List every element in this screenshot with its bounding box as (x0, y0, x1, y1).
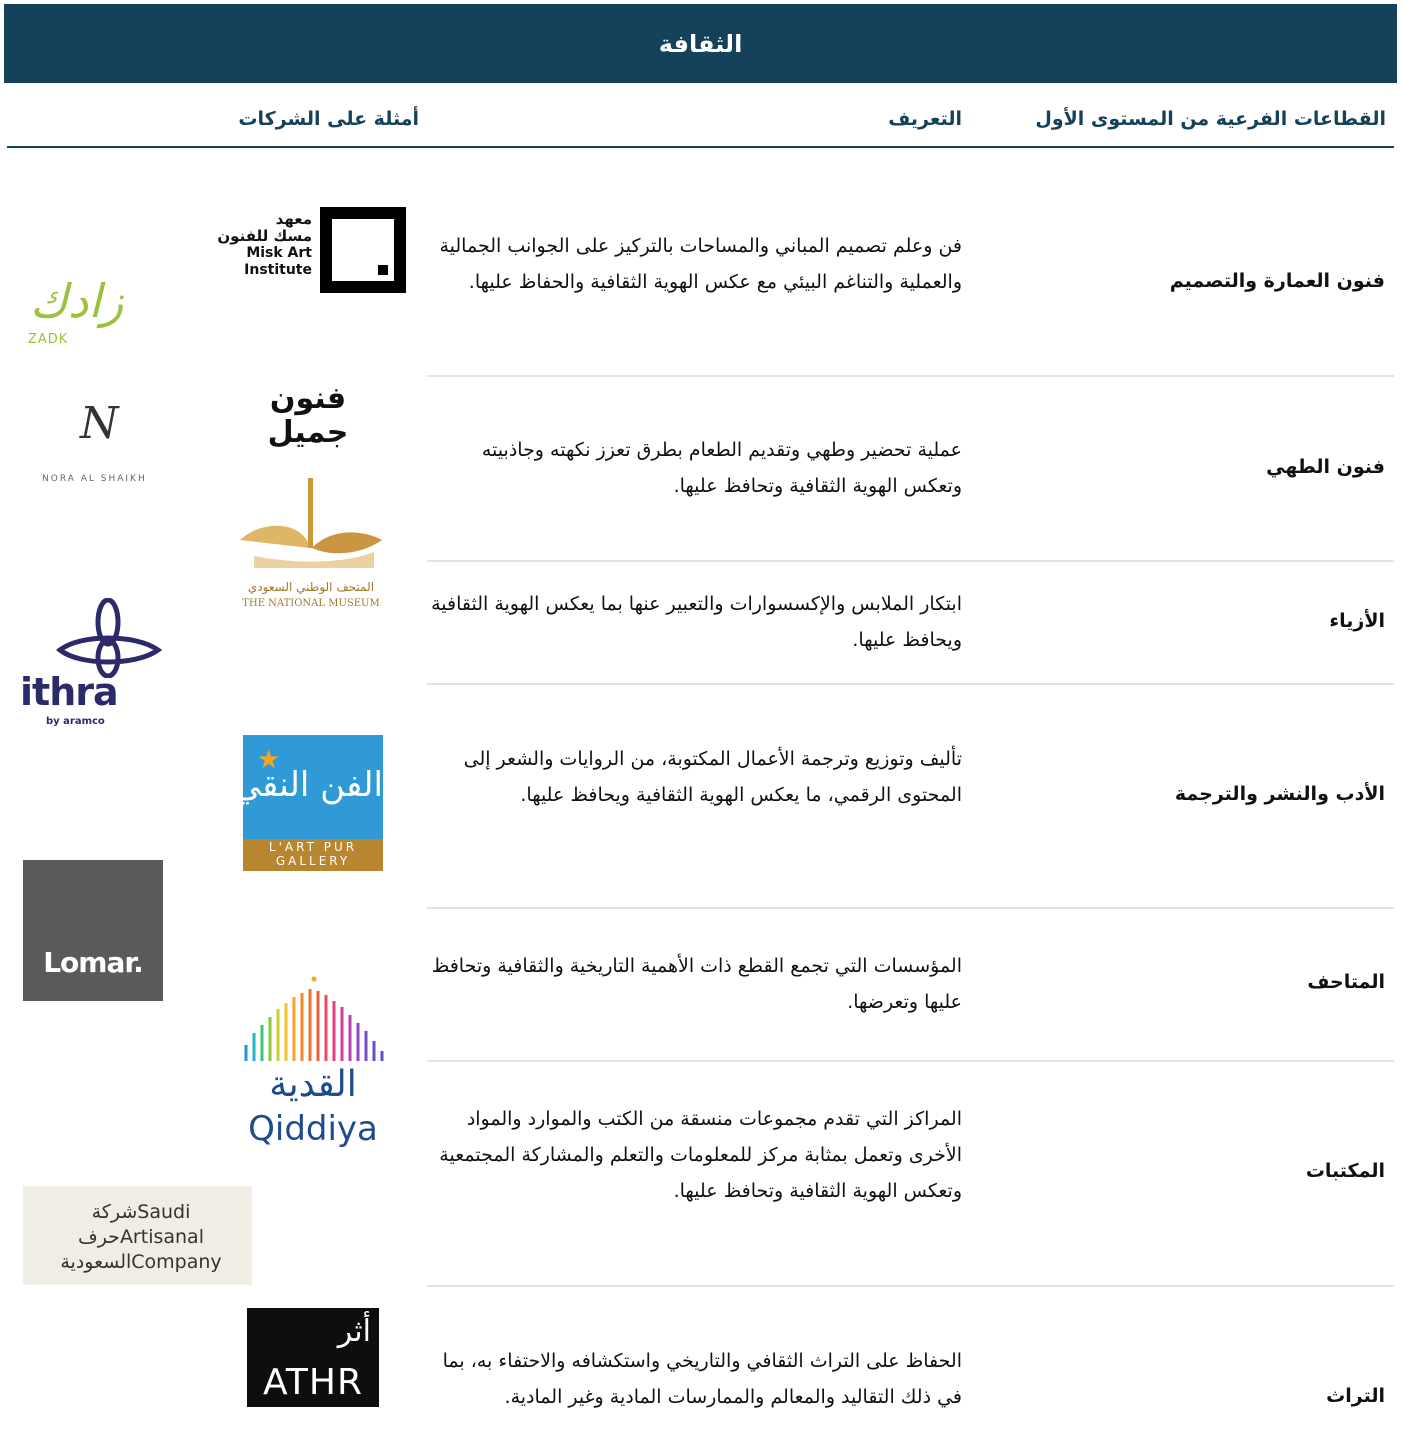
header-divider (7, 146, 1394, 148)
sector-fashion: الأزياء (1329, 610, 1385, 632)
definition-fashion: ابتكار الملابس والإكسسوارات والتعبير عنه… (431, 593, 962, 651)
misk-square-icon (320, 207, 406, 293)
row-divider (427, 1060, 1394, 1062)
definition-literature: تأليف وتوزيع وترجمة الأعمال المكتوبة، من… (463, 748, 962, 806)
national-museum-logo: المتحف الوطني السعودي THE NATIONAL MUSEU… (234, 478, 386, 616)
row-divider (427, 683, 1394, 685)
sector-libraries: المكتبات (1305, 1160, 1385, 1182)
sector-museums: المتاحف (1307, 971, 1385, 993)
sector-architecture: فنون العمارة والتصميم (1169, 270, 1385, 292)
definition-architecture: فن وعلم تصميم المباني والمساحات بالتركيز… (439, 235, 962, 293)
definition-libraries: المراكز التي تقدم مجموعات منسقة من الكتب… (439, 1108, 962, 1202)
saudi-artisanal-company-logo: شركةSaudi حرفArtisanal السعوديةCompany (23, 1186, 252, 1285)
row-divider (427, 907, 1394, 909)
ithra-knot-icon (55, 598, 162, 678)
athr-logo: أثر ATHR (247, 1308, 379, 1407)
page-title-banner: الثقافة (4, 4, 1397, 83)
definition-museums: المؤسسات التي تجمع القطع ذات الأهمية الت… (431, 955, 962, 1013)
sector-heritage: التراث (1326, 1385, 1385, 1407)
lart-pur-gallery-logo: ★ الفن النقي L'ART PUR GALLERY (234, 735, 383, 871)
zadk-logo: زادك ZADK (28, 274, 124, 347)
ithra-logo: ithra by aramco (20, 598, 162, 734)
page-title: الثقافة (658, 29, 743, 58)
funun-jameel-logo: فنون جميل (267, 381, 349, 450)
qiddiya-logo: القدية Qiddiya (240, 975, 386, 1153)
row-divider (427, 375, 1394, 377)
row-divider (427, 560, 1394, 562)
sector-literature: الأدب والنشر والترجمة (1174, 783, 1385, 805)
misk-art-institute-logo: معهد مسك للفنون Misk Art Institute (217, 207, 406, 295)
definition-heritage: الحفاظ على التراث الثقافي والتاريخي واست… (442, 1350, 962, 1408)
row-divider (427, 1285, 1394, 1287)
museum-mark-icon (240, 478, 382, 568)
header-definition: التعريف (888, 108, 962, 130)
header-sectors: القطاعات الفرعية من المستوى الأول (1035, 108, 1386, 130)
definition-culinary: عملية تحضير وطهي وتقديم الطعام بطرق تعزز… (481, 439, 962, 497)
lomar-logo: Lomar. (23, 860, 163, 1001)
qiddiya-crown-icon (244, 976, 384, 1061)
nora-al-shaikh-logo: N NORA AL SHAIKH (42, 398, 147, 484)
header-examples: أمثلة على الشركات (238, 108, 419, 130)
sector-culinary: فنون الطهي (1266, 456, 1385, 478)
